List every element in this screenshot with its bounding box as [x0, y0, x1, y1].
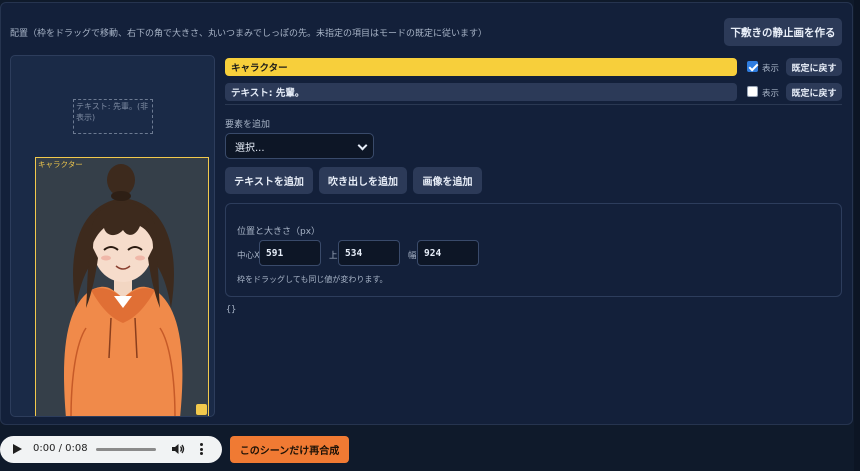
audio-time: 0:00 / 0:08 — [33, 443, 88, 454]
text-element-frame[interactable]: テキスト: 先輩。(非表示) — [73, 99, 153, 134]
character-image — [36, 158, 208, 416]
show-checkbox-text[interactable] — [747, 86, 758, 97]
audio-progress-track[interactable] — [96, 448, 156, 451]
top-input[interactable]: 534 — [338, 240, 400, 266]
add-bubble-button[interactable]: 吹き出しを追加 — [319, 167, 407, 194]
width-label: 幅 — [408, 251, 417, 261]
show-label: 表示 — [762, 64, 780, 74]
make-still-image-button[interactable]: 下敷きの静止画を作る — [724, 18, 842, 46]
reset-button-text[interactable]: 既定に戻す — [786, 83, 842, 101]
position-size-panel: 位置と大きさ（px） 中心X 591 上 534 幅 924 枠をドラッグしても… — [225, 203, 842, 297]
reset-button-character[interactable]: 既定に戻す — [786, 58, 842, 76]
character-frame-label: キャラクター — [38, 160, 83, 169]
add-text-button[interactable]: テキストを追加 — [225, 167, 313, 194]
width-input[interactable]: 924 — [417, 240, 479, 266]
show-label: 表示 — [762, 89, 780, 99]
recompose-scene-button[interactable]: このシーンだけ再合成 — [230, 436, 349, 463]
add-image-button[interactable]: 画像を追加 — [413, 167, 482, 194]
more-options-icon[interactable] — [200, 443, 204, 457]
center-x-label: 中心X — [237, 251, 260, 261]
play-icon[interactable] — [13, 444, 22, 454]
chevron-down-icon — [357, 140, 368, 151]
volume-icon[interactable] — [171, 442, 185, 456]
json-output: {} — [226, 305, 237, 315]
divider — [225, 104, 842, 105]
layer-name-character[interactable]: キャラクター — [225, 58, 737, 76]
element-type-select[interactable]: 選択... — [225, 133, 374, 159]
select-value: 選択... — [235, 142, 265, 154]
show-checkbox-character[interactable] — [747, 61, 758, 72]
layout-panel: 配置（枠をドラッグで移動、右下の角で大きさ、丸いつまみでしっぽの先。未指定の項目… — [0, 2, 853, 425]
layer-row-character: キャラクター 表示 既定に戻す — [225, 58, 842, 78]
layout-hint: 配置（枠をドラッグで移動、右下の角で大きさ、丸いつまみでしっぽの先。未指定の項目… — [10, 29, 488, 39]
center-x-input[interactable]: 591 — [259, 240, 321, 266]
page-scrollbar[interactable] — [854, 0, 860, 471]
layer-row-text: テキスト: 先輩。 表示 既定に戻す — [225, 83, 842, 103]
layout-preview[interactable]: テキスト: 先輩。(非表示) キャラクター — [10, 55, 215, 417]
audio-player[interactable]: 0:00 / 0:08 — [0, 436, 222, 463]
add-element-label: 要素を追加 — [225, 120, 271, 130]
resize-handle[interactable] — [196, 404, 207, 415]
layer-name-text[interactable]: テキスト: 先輩。 — [225, 83, 737, 101]
top-label: 上 — [329, 251, 338, 261]
position-note: 枠をドラッグしても同じ値が変わります。 — [237, 275, 388, 284]
character-element-frame[interactable]: キャラクター — [35, 157, 209, 416]
position-title: 位置と大きさ（px） — [237, 227, 321, 237]
